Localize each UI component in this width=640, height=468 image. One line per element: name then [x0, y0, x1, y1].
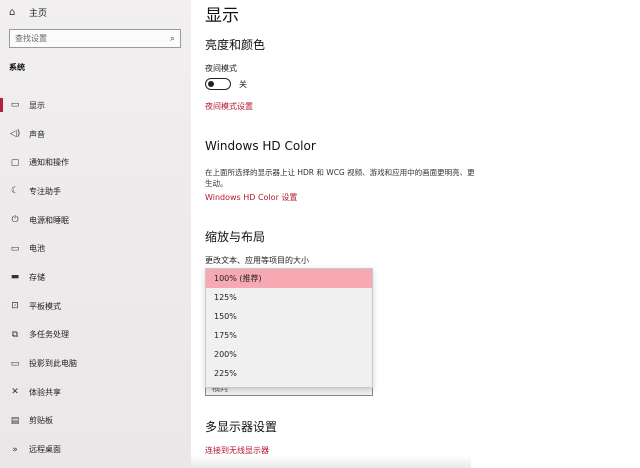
sidebar-item-share[interactable]: ✕ 体验共享: [0, 378, 191, 407]
sidebar-item-projection[interactable]: ▭ 投影到此电脑: [0, 349, 191, 378]
scale-option[interactable]: 175%: [206, 326, 372, 345]
tablet-icon: ⊡: [11, 301, 19, 312]
scale-dropdown-list[interactable]: 100% (推荐) 125% 150% 175% 200% 225%: [205, 268, 373, 388]
sidebar-item-label: 通知和操作: [29, 158, 69, 168]
sidebar-item-label: 专注助手: [29, 186, 61, 196]
notification-icon: ▢: [10, 157, 20, 168]
scale-option[interactable]: 150%: [206, 307, 372, 326]
storage-icon: ▬: [10, 272, 20, 283]
search-icon[interactable]: ⌕: [170, 34, 175, 44]
sidebar-item-label: 存储: [29, 272, 45, 282]
projection-icon: ▭: [10, 358, 20, 369]
brightness-heading: 亮度和颜色: [205, 38, 266, 52]
sidebar-item-multitasking[interactable]: ⧉ 多任务处理: [0, 321, 191, 350]
sidebar-item-label: 体验共享: [29, 387, 61, 397]
search-box[interactable]: ⌕: [9, 29, 181, 48]
toggle-knob: [208, 80, 214, 87]
section-heading: 系统: [9, 63, 25, 72]
page-title: 显示: [205, 6, 239, 26]
sidebar-item-storage[interactable]: ▬ 存储: [0, 263, 191, 292]
sidebar-item-label: 剪贴板: [29, 416, 53, 426]
sidebar-item-moon[interactable]: ☾ 专注助手: [0, 177, 191, 206]
sidebar-item-battery[interactable]: ▭ 电池: [0, 234, 191, 263]
scale-option[interactable]: 225%: [206, 364, 372, 383]
scale-label: 更改文本、应用等项目的大小: [205, 256, 309, 265]
home-label: 主页: [29, 8, 48, 19]
sidebar-nav: ▭ 显示 ◁) 声音 ▢ 通知和操作 ☾ 专注助手 ⏻ 电源和睡眠 ▭ 电池 ▬ 存储 ⊡ 平板模式 ⧉ 多任务处…: [0, 91, 191, 464]
multi-display-heading: 多显示器设置: [205, 420, 278, 434]
bottom-fade: [191, 455, 471, 468]
remote-desktop-icon: »: [12, 444, 18, 455]
sidebar-item-label: 电源和睡眠: [29, 215, 69, 225]
scale-option[interactable]: 100% (推荐): [206, 269, 372, 288]
sidebar-item-label: 电池: [29, 244, 45, 254]
sidebar-item-label: 声音: [29, 129, 45, 139]
sidebar-item-label: 多任务处理: [29, 330, 69, 340]
battery-icon: ▭: [10, 243, 20, 254]
moon-icon: ☾: [10, 186, 20, 197]
night-light-state: 关: [239, 80, 247, 89]
sidebar-item-power[interactable]: ⏻ 电源和睡眠: [0, 206, 191, 235]
night-light-settings-link[interactable]: 夜间模式设置: [205, 101, 253, 112]
sidebar-item-label: 平板模式: [29, 301, 61, 311]
night-light-toggle[interactable]: [205, 78, 231, 90]
hd-color-heading: Windows HD Color: [205, 139, 316, 153]
sidebar-item-notification[interactable]: ▢ 通知和操作: [0, 148, 191, 177]
home-nav-item[interactable]: ⌂ 主页: [9, 3, 47, 21]
scale-option[interactable]: 200%: [206, 345, 372, 364]
speaker-icon: ◁): [9, 129, 21, 140]
share-icon: ✕: [11, 387, 19, 398]
home-icon: ⌂: [9, 6, 16, 18]
sidebar-item-label: 显示: [29, 100, 45, 110]
monitor-icon: ▭: [10, 100, 20, 111]
sidebar-item-label: 远程桌面: [29, 445, 61, 455]
sidebar-item-remote-desktop[interactable]: » 远程桌面: [0, 435, 191, 464]
settings-sidebar: ⌂ 主页 ⌕ 系统 ▭ 显示 ◁) 声音 ▢ 通知和操作 ☾ 专注助手 ⏻ 电源和睡眠 ▭ 电池 ▬ 存储…: [0, 0, 191, 468]
sidebar-item-label: 投影到此电脑: [29, 359, 77, 369]
hd-color-description: 在上面所选择的显示器上让 HDR 和 WCG 视频、游戏和应用中的画面更明亮、更…: [205, 168, 475, 188]
display-settings-pane: 显示 亮度和颜色 夜间模式 关 夜间模式设置 Windows HD Color …: [191, 0, 640, 468]
hd-color-settings-link[interactable]: Windows HD Color 设置: [205, 192, 297, 203]
scale-option[interactable]: 125%: [206, 288, 372, 307]
sidebar-item-speaker[interactable]: ◁) 声音: [0, 120, 191, 149]
power-icon: ⏻: [11, 215, 19, 226]
sidebar-item-monitor[interactable]: ▭ 显示: [0, 91, 191, 120]
sidebar-item-tablet[interactable]: ⊡ 平板模式: [0, 292, 191, 321]
clipboard-icon: ▤: [10, 415, 20, 426]
sidebar-item-clipboard[interactable]: ▤ 剪贴板: [0, 407, 191, 436]
night-light-label: 夜间模式: [205, 64, 237, 73]
search-input[interactable]: [10, 34, 170, 43]
scale-heading: 缩放与布局: [205, 230, 266, 244]
multitasking-icon: ⧉: [11, 329, 19, 340]
